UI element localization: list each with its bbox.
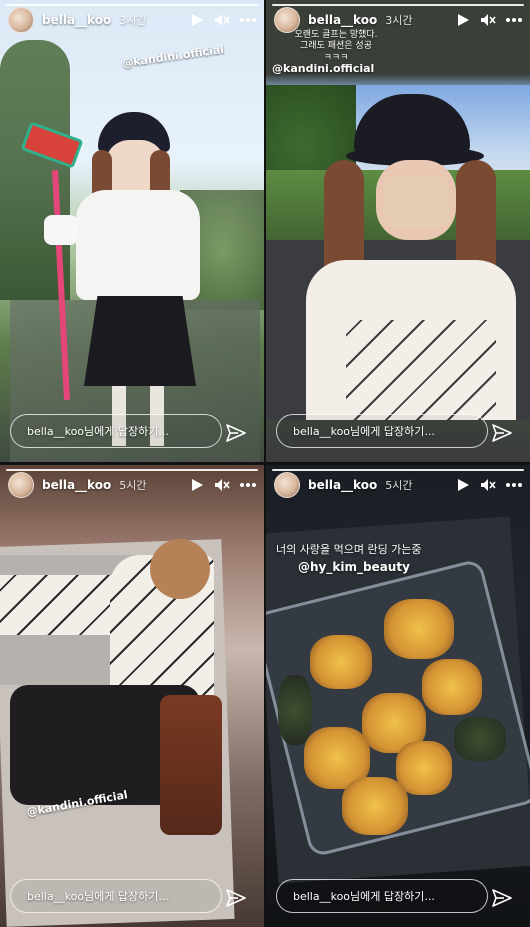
food-item-shape [310,635,372,689]
mute-icon[interactable] [214,478,230,492]
caption-line: 너의 사랑을 먹으며 란딩 가는중 [276,543,422,556]
food-item-shape [454,717,506,761]
story-header: bella__koo 3시간 [8,6,256,34]
mute-icon[interactable] [480,13,496,27]
post-time: 3시간 [119,14,147,27]
food-item-shape [396,741,452,795]
reply-placeholder: bella__koo님에게 답장하기... [27,890,169,903]
reply-input[interactable]: bella__koo님에게 답장하기... [276,879,488,913]
story-caption: 너의 사랑을 먹으며 란딩 가는중 [276,543,476,557]
send-icon[interactable] [492,424,512,442]
play-icon[interactable] [190,478,204,492]
caption-line: 그래도 패션은 성공 [300,41,372,52]
reply-placeholder: bella__koo님에게 답장하기... [293,425,435,438]
story-card-4[interactable]: bella__koo 5시간 너의 사랑을 먹으며 란딩 가는중 @hy_kim… [266,465,530,927]
reply-input[interactable]: bella__koo님에게 답장하기... [10,879,222,913]
mute-icon[interactable] [480,478,496,492]
send-icon[interactable] [492,889,512,907]
story-caption: 오랜도 골프는 망했다. 그래도 패션은 성공 ㅋㅋㅋ [276,30,396,64]
mute-icon[interactable] [214,13,230,27]
reply-placeholder: bella__koo님에게 답장하기... [27,425,169,438]
white-jacket-shape [76,190,200,300]
food-item-shape [422,659,482,715]
story-card-1[interactable]: bella__koo 3시간 @kandini.official bella__… [0,0,264,462]
hair-shape [150,539,210,599]
play-icon[interactable] [190,13,204,27]
send-icon[interactable] [226,424,246,442]
more-icon[interactable] [240,482,256,488]
mention-tag[interactable]: @hy_kim_beauty [298,560,410,574]
caption-line: 오랜도 골프는 망했다. [294,30,378,40]
story-header: bella__koo 5시간 [8,471,256,499]
story-header: bella__koo 5시간 [274,471,522,499]
username[interactable]: bella__koo [42,13,111,27]
username[interactable]: bella__koo [42,478,111,492]
more-icon[interactable] [506,482,522,488]
send-icon[interactable] [226,889,246,907]
face-mask-shape [384,176,450,228]
mention-tag[interactable]: @kandini.official [272,62,374,75]
story-card-2[interactable]: bella__koo 3시간 오랜도 골프는 망했다. 그래도 패션은 성공 ㅋ… [266,0,530,462]
username[interactable]: bella__koo [308,13,377,27]
username[interactable]: bella__koo [308,478,377,492]
play-icon[interactable] [456,478,470,492]
reply-input[interactable]: bella__koo님에게 답장하기... [276,414,488,448]
reply-placeholder: bella__koo님에게 답장하기... [293,890,435,903]
post-time: 3시간 [385,14,413,27]
glove-shape [44,215,78,245]
food-item-shape [278,675,312,745]
avatar[interactable] [274,472,300,498]
story-card-3[interactable]: bella__koo 5시간 @kandini.official bella__… [0,465,264,927]
reply-input[interactable]: bella__koo님에게 답장하기... [10,414,222,448]
black-skirt-shape [84,296,196,386]
food-item-shape [342,777,408,835]
play-icon[interactable] [456,13,470,27]
food-item-shape [384,599,454,659]
avatar[interactable] [8,7,34,33]
car-seat-shape [160,695,222,835]
pattern-top-shape [346,320,496,420]
avatar[interactable] [8,472,34,498]
story-grid: bella__koo 3시간 @kandini.official bella__… [0,0,530,927]
post-time: 5시간 [119,479,147,492]
more-icon[interactable] [506,17,522,23]
more-icon[interactable] [240,17,256,23]
post-time: 5시간 [385,479,413,492]
